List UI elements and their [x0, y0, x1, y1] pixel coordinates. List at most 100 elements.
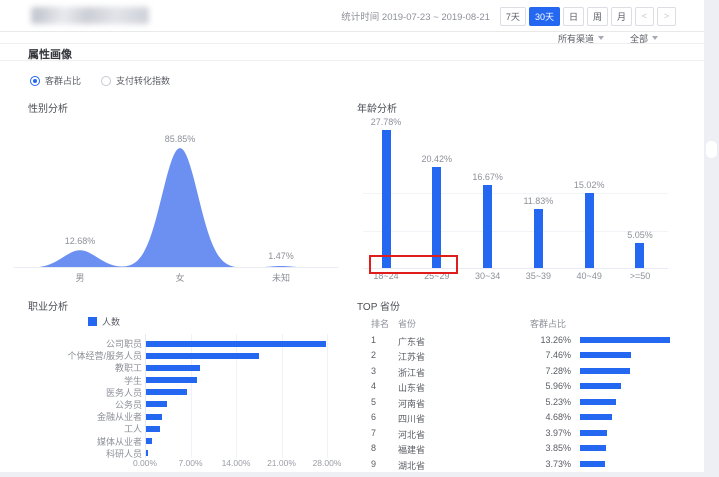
stat-time-label: 统计时间 2019-07-23 ~ 2019-08-21 [341, 9, 490, 23]
bar [146, 365, 200, 371]
channel-filter-dropdown[interactable]: 所有渠道 [558, 32, 604, 45]
scrollbar-thumb[interactable] [706, 141, 717, 158]
axis-tick-label: 28.00% [313, 458, 342, 468]
filterbar: 所有渠道 全部 [0, 33, 704, 44]
topbar: 统计时间 2019-07-23 ~ 2019-08-21 7天 30天 日 周 … [0, 0, 704, 32]
bar [146, 353, 259, 359]
province-cell: 山东省 [398, 381, 425, 394]
radio-customer-share[interactable]: 客群占比 [30, 74, 81, 87]
occupation-row: 学生 [28, 376, 358, 385]
bar [146, 389, 187, 395]
table-row: 4 山东省 5.96% [357, 378, 707, 393]
share-cell: 13.26% [497, 335, 571, 345]
provinces-panel-title: TOP 省份 [357, 298, 400, 313]
rank-cell: 9 [371, 459, 376, 469]
rank-cell: 8 [371, 443, 376, 453]
bar [580, 383, 621, 389]
bar [580, 399, 616, 405]
analytics-dashboard: 统计时间 2019-07-23 ~ 2019-08-21 7天 30天 日 周 … [0, 0, 719, 477]
bar [580, 430, 607, 436]
range-7d-button[interactable]: 7天 [500, 7, 526, 26]
bar [534, 209, 543, 268]
bar [585, 193, 594, 268]
table-row: 8 福建省 3.85% [357, 440, 707, 455]
age-value-label: 5.05% [627, 230, 653, 240]
occupation-legend: 人数 [88, 315, 120, 328]
age-value-label: 11.83% [523, 196, 553, 206]
radio-selected-icon [30, 76, 40, 86]
table-row: 2江苏省7.46% [357, 347, 707, 362]
legend-label: 人数 [102, 315, 120, 328]
prev-period-button[interactable]: < [635, 7, 654, 26]
age-value-label: 15.02% [574, 180, 605, 190]
table-row: 1广东省13.26% [357, 332, 707, 347]
share-cell: 5.96% [497, 381, 571, 391]
province-cell: 福建省 [398, 443, 425, 456]
radio-payment-conversion[interactable]: 支付转化指数 [101, 74, 170, 87]
age-bar-column: 16.67% [468, 172, 508, 268]
rank-cell: 1 [371, 335, 376, 345]
bar [146, 426, 160, 432]
bar [580, 445, 606, 451]
legend-swatch-icon [88, 317, 97, 326]
age-panel-title: 年龄分析 [357, 100, 397, 115]
gender-axis-line [14, 267, 338, 268]
bar [483, 185, 492, 268]
bar [580, 368, 630, 374]
column-header-province: 省份 [398, 317, 416, 330]
range-day-button[interactable]: 日 [563, 7, 584, 26]
rank-cell: 2 [371, 350, 376, 360]
table-row: 5河南省5.23% [357, 394, 707, 409]
rank-cell: 3 [371, 366, 376, 376]
gender-value-label: 1.47% [268, 251, 294, 261]
radio-label: 支付转化指数 [116, 74, 170, 87]
column-header-share: 客群占比 [530, 317, 566, 330]
range-week-button[interactable]: 周 [587, 7, 608, 26]
radio-label: 客群占比 [45, 74, 81, 87]
page-background-strip [0, 472, 704, 477]
bar [146, 341, 326, 347]
gender-panel-title: 性别分析 [28, 100, 68, 115]
range-month-button[interactable]: 月 [611, 7, 632, 26]
table-row: 9湖北省3.73% [357, 456, 707, 471]
share-cell: 4.68% [497, 412, 571, 422]
gender-category-label: 未知 [272, 271, 290, 284]
occupation-label: 教职工 [28, 361, 142, 374]
range-30d-button[interactable]: 30天 [529, 7, 560, 26]
rank-cell: 5 [371, 397, 376, 407]
occupation-label: 工人 [28, 422, 142, 435]
age-bar-column: 15.02% [569, 180, 609, 268]
rank-cell: 4 [371, 381, 376, 391]
scrollbar-track[interactable] [704, 0, 719, 477]
occupation-label: 媒体从业者 [28, 435, 142, 448]
province-cell: 湖北省 [398, 459, 425, 472]
occupation-row: 工人 [28, 424, 358, 433]
table-row: 3浙江省7.28% [357, 363, 707, 378]
share-cell: 7.28% [497, 366, 571, 376]
occupation-label: 公司职员 [28, 337, 142, 350]
age-bar-column: 27.78% [366, 117, 406, 268]
occupation-bar-chart: 公司职员 个体经营/服务人员 教职工 学生 医务人员 公务员 金融从业者 工人 … [28, 339, 358, 461]
bar [432, 167, 441, 269]
red-annotation-box [369, 255, 458, 274]
share-cell: 3.97% [497, 428, 571, 438]
chevron-down-icon [652, 36, 658, 40]
axis-tick-label: 0.00% [133, 458, 157, 468]
occupation-row: 科研人员 [28, 449, 358, 458]
age-category-label: 35~39 [518, 271, 558, 281]
share-cell: 3.85% [497, 443, 571, 453]
bar [146, 377, 197, 383]
province-cell: 四川省 [398, 412, 425, 425]
axis-tick-label: 7.00% [178, 458, 202, 468]
provinces-table-body: 1广东省13.26% 2江苏省7.46% 3浙江省7.28% 4 山东省 5.96%… [357, 332, 707, 471]
next-period-button[interactable]: > [657, 7, 676, 26]
gender-category-label: 男 [75, 271, 84, 284]
occupation-row: 媒体从业者 [28, 437, 358, 446]
age-category-label: >=50 [620, 271, 660, 281]
topbar-controls: 统计时间 2019-07-23 ~ 2019-08-21 7天 30天 日 周 … [341, 0, 676, 32]
age-value-label: 27.78% [371, 117, 402, 127]
rank-cell: 7 [371, 428, 376, 438]
occupation-row: 公司职员 [28, 339, 358, 348]
occupation-label: 个体经营/服务人员 [28, 349, 142, 362]
scope-filter-dropdown[interactable]: 全部 [630, 32, 658, 45]
